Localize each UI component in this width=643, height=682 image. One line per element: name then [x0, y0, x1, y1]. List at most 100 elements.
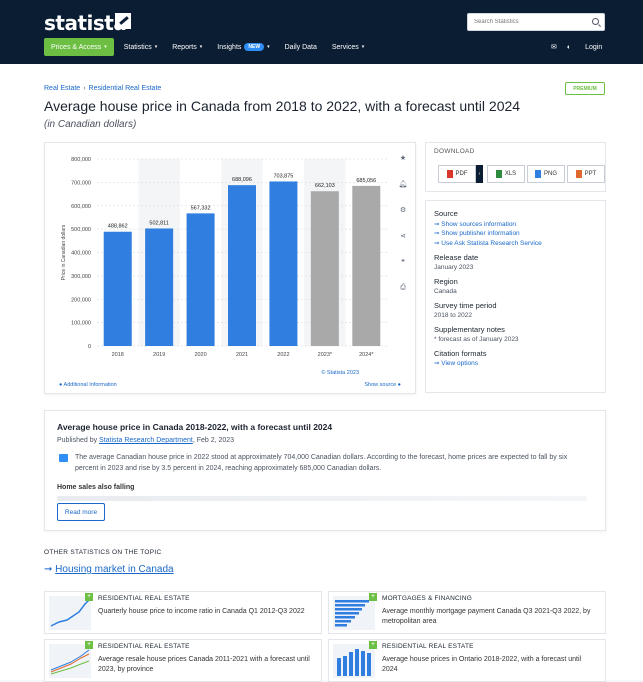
published-date: , Feb 2, 2023 — [192, 437, 235, 444]
nav-label: Statistics — [123, 43, 152, 51]
statistic-category: RESIDENTIAL REAL ESTATE — [98, 643, 190, 650]
breadcrumb-real-estate[interactable]: Real Estate — [44, 85, 80, 92]
bar — [103, 231, 132, 346]
additional-info-link: ● Additional Information — [59, 382, 117, 388]
chart-card: 0 100,000 200,000 300,000 400,000 500,000 600,… — [44, 142, 416, 394]
related-statistic-card[interactable]: + MORTGAGES & FINANCING Average monthly … — [328, 591, 606, 634]
nav-reports[interactable]: Reports ▾ — [172, 44, 202, 51]
x-tick-label: 2019 — [153, 352, 165, 358]
statistic-title: Quarterly house price to income ratio in… — [98, 608, 305, 615]
y-tick-label: 800,000 — [71, 157, 91, 163]
related-statistic-card[interactable]: + RESIDENTIAL REAL ESTATE Average resale… — [44, 639, 322, 682]
bar — [269, 181, 298, 346]
download-title: DOWNLOAD — [434, 148, 475, 155]
chevron-down-icon: ▾ — [199, 44, 203, 50]
publisher-link[interactable]: Statista Research Department — [99, 437, 193, 444]
topic-link[interactable]: ➞ Housing market in Canada — [44, 564, 174, 575]
other-statistics-heading: OTHER STATISTICS ON THE TOPIC — [44, 549, 162, 556]
chevron-right-icon[interactable]: › — [476, 165, 483, 183]
page-title: Average house price in Canada from 2018 … — [44, 98, 521, 114]
data-label: 567,332 — [191, 205, 211, 211]
star-icon[interactable]: ★ — [396, 147, 410, 169]
thumbnail-graphic — [50, 599, 90, 627]
quote-icon[interactable]: ❝ — [396, 251, 410, 273]
region-value: Canada — [434, 287, 457, 295]
chart-tools: ★ 🔔︎ ⚙ ⋖ ❝ ⎙ — [396, 147, 410, 303]
chevron-down-icon: ▾ — [361, 44, 365, 50]
nav-daily-data[interactable]: Daily Data — [285, 44, 317, 51]
download-label: PPT — [584, 171, 597, 177]
bar-chart-thumbnail — [333, 596, 375, 630]
chevron-down-icon: ▾ — [154, 44, 158, 50]
nav-statistics[interactable]: Statistics ▾ — [124, 44, 158, 51]
y-tick-label: 500,000 — [71, 227, 91, 233]
login-link[interactable]: Login — [585, 44, 602, 51]
nav-label: Services — [331, 43, 359, 51]
related-statistic-card[interactable]: + RESIDENTIAL REAL ESTATE Quarterly hous… — [44, 591, 322, 634]
show-sources-link[interactable]: Show sources information — [434, 220, 597, 228]
new-badge: NEW — [244, 43, 265, 51]
region-label: Region — [434, 276, 458, 286]
x-tick-label: 2018 — [112, 352, 124, 358]
column-chart-thumbnail — [333, 644, 375, 678]
ask-statista-link[interactable]: Use Ask Statista Research Service — [434, 239, 597, 247]
copyright-label: © Statista 2023 — [321, 369, 359, 376]
multi-line-chart-thumbnail — [49, 644, 91, 678]
download-xls-button[interactable]: XLS — [487, 165, 525, 183]
nav-insights[interactable]: Insights NEW ▾ — [217, 43, 270, 51]
y-tick-label: 0 — [88, 344, 91, 350]
data-label: 502,811 — [149, 220, 168, 226]
x-tick-label: 2022 — [277, 352, 289, 358]
read-more-button[interactable]: Read more — [57, 503, 105, 521]
download-buttons: PDF › XLS PNG PPT — [438, 165, 607, 183]
statistic-title: Average resale house prices Canada 2011-… — [98, 656, 310, 673]
top-navigation-bar: statista Prices & Access ▾ Statistics ▾ … — [0, 0, 643, 64]
download-ppt-button[interactable]: PPT — [567, 165, 605, 183]
mail-icon[interactable]: ✉ — [551, 43, 557, 51]
search-input[interactable] — [468, 14, 584, 30]
plus-icon: + — [85, 641, 93, 649]
print-icon[interactable]: ⎙ — [396, 277, 410, 299]
statista-logo-icon[interactable] — [115, 13, 131, 29]
show-publisher-link[interactable]: Show publisher information — [434, 229, 597, 237]
pdf-file-icon — [446, 170, 453, 178]
citation-formats-label: Citation formats — [434, 348, 487, 358]
share-icon[interactable]: ⋖ — [396, 225, 410, 247]
y-tick-label: 700,000 — [71, 180, 91, 186]
gear-icon[interactable]: ⚙ — [396, 199, 410, 221]
chevron-down-icon: ▾ — [104, 44, 107, 50]
related-statistic-card[interactable]: + RESIDENTIAL REAL ESTATE Average house … — [328, 639, 606, 682]
download-png-button[interactable]: PNG — [527, 165, 565, 183]
nav-services[interactable]: Services ▾ — [332, 44, 364, 51]
breadcrumb-residential[interactable]: Residential Real Estate — [89, 85, 162, 92]
y-axis-label: Price in Canadian dollars — [61, 224, 67, 280]
bar — [228, 185, 256, 346]
statista-logo[interactable]: statista — [44, 11, 127, 35]
nav-prices-access[interactable]: Prices & Access ▾ — [44, 38, 114, 56]
download-pdf-button[interactable]: PDF — [438, 165, 476, 183]
thumbnail-graphic — [50, 649, 90, 675]
data-label: 662,103 — [315, 183, 335, 189]
png-file-icon — [534, 170, 541, 178]
account-icon[interactable]: ◐ — [567, 44, 571, 51]
premium-badge: PREMIUM — [565, 82, 605, 95]
download-label: PNG — [543, 171, 557, 177]
nav-right: ✉ ◐ Login — [551, 38, 602, 56]
bar — [352, 185, 381, 346]
summary-text: The average Canadian house price in 2022… — [75, 454, 568, 472]
thumbnail-graphic — [337, 649, 371, 676]
search-icon[interactable] — [592, 18, 599, 25]
x-tick-label: 2023* — [318, 352, 333, 358]
statistic-icon — [59, 454, 68, 462]
view-options-link[interactable]: View options — [434, 359, 597, 367]
statistic-title: Average monthly mortgage payment Canada … — [382, 608, 591, 625]
statistic-details: Source Show sources information Show pub… — [425, 200, 606, 393]
y-tick-label: 400,000 — [71, 251, 91, 257]
bell-icon[interactable]: 🔔︎ — [396, 173, 410, 195]
nav-label: Reports — [172, 43, 197, 51]
data-label: 685,056 — [356, 178, 376, 184]
x-tick-label: 2020 — [194, 352, 206, 358]
search-box[interactable] — [467, 13, 605, 31]
y-tick-label: 600,000 — [71, 204, 91, 210]
main-nav: Prices & Access ▾ Statistics ▾ Reports ▾… — [44, 38, 379, 56]
